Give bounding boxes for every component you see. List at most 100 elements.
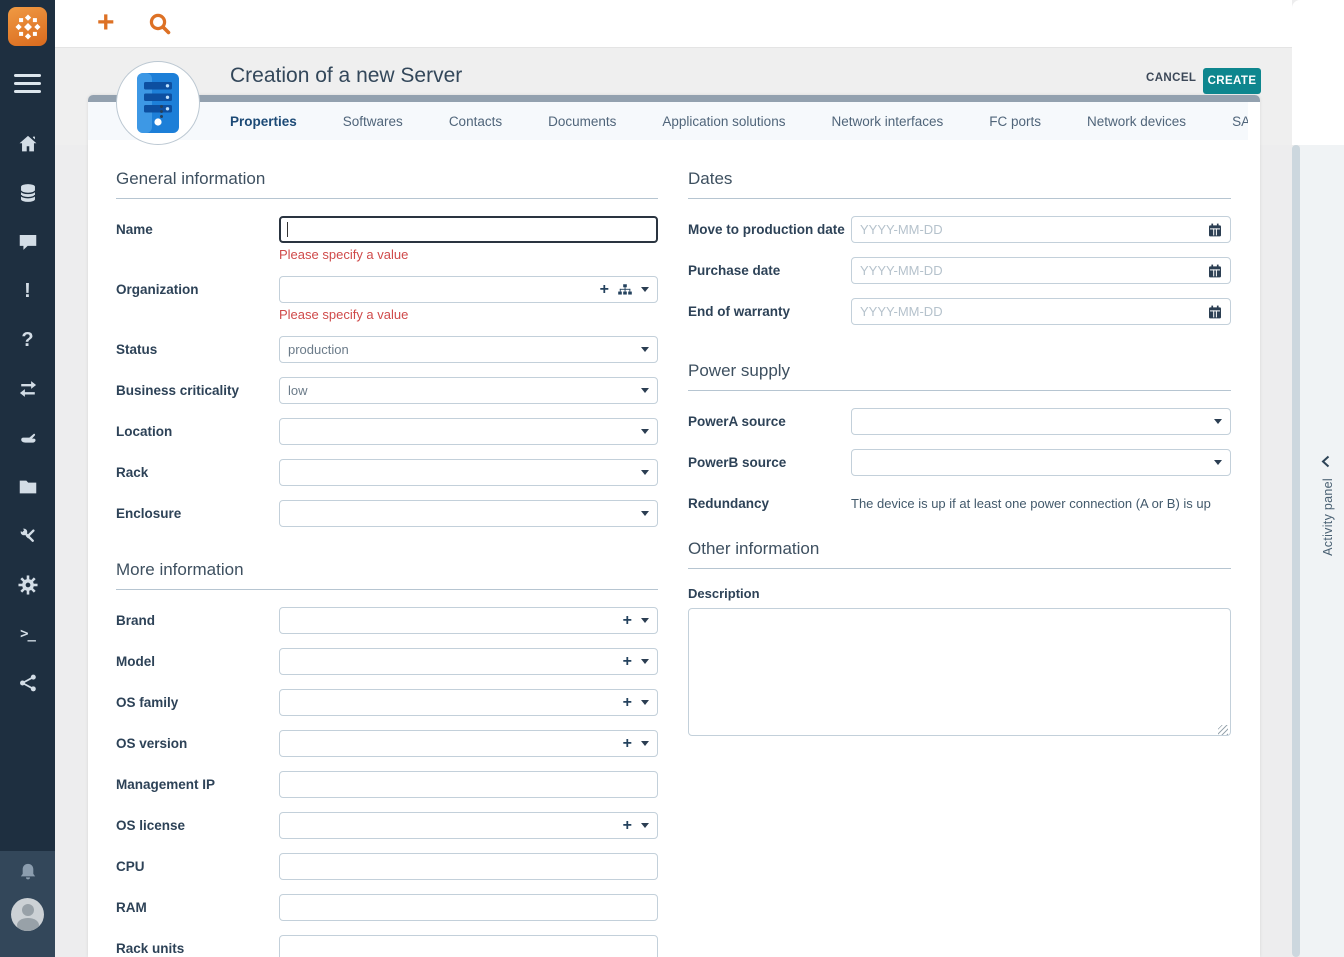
create-button[interactable]: CREATE — [1203, 68, 1261, 94]
tools-icon[interactable] — [17, 525, 39, 547]
cpu-input[interactable] — [279, 853, 658, 880]
tab-properties[interactable]: Properties — [230, 114, 297, 129]
hierarchy-icon[interactable] — [618, 284, 632, 295]
section-title-dates: Dates — [688, 169, 1231, 199]
os-license-combo[interactable]: + — [279, 812, 658, 839]
field-label: RAM — [116, 894, 279, 921]
new-object-icon[interactable]: + — [97, 6, 115, 40]
chat-icon[interactable] — [17, 231, 39, 253]
description-textarea[interactable] — [688, 608, 1231, 736]
description-label: Description — [688, 586, 1231, 601]
field-label: Rack — [116, 459, 279, 486]
management-ip-input[interactable] — [279, 771, 658, 798]
field-label: Location — [116, 418, 279, 445]
powerb-source-select[interactable] — [851, 449, 1231, 476]
section-title-other: Other information — [688, 539, 1231, 569]
add-icon[interactable]: + — [623, 655, 632, 669]
field-row-brand: Brand + — [116, 607, 658, 634]
user-avatar[interactable] — [11, 898, 44, 931]
terminal-icon[interactable]: >_ — [17, 623, 39, 645]
search-icon[interactable] — [147, 11, 173, 42]
activity-panel-label[interactable]: Activity panel — [1321, 478, 1335, 556]
model-combo[interactable]: + — [279, 648, 658, 675]
alert-icon[interactable]: ! — [17, 280, 39, 302]
bell-icon[interactable] — [17, 861, 39, 888]
tab-contacts[interactable]: Contacts — [449, 114, 502, 129]
field-label: OS version — [116, 730, 279, 757]
field-row-cpu: CPU — [116, 853, 658, 880]
chevron-down-icon — [641, 388, 649, 393]
tab-fc-ports[interactable]: FC ports — [989, 114, 1041, 129]
sidebar-menu: ! ? >_ — [0, 133, 55, 694]
field-label: Model — [116, 648, 279, 675]
field-label: OS family — [116, 689, 279, 716]
enclosure-select[interactable] — [279, 500, 658, 527]
right-rail: Activity panel — [1292, 0, 1344, 957]
chevron-down-icon[interactable] — [641, 287, 649, 292]
tab-network-interfaces[interactable]: Network interfaces — [831, 114, 943, 129]
add-icon[interactable]: + — [623, 614, 632, 628]
business-criticality-select[interactable]: low — [279, 377, 658, 404]
field-label: PowerB source — [688, 449, 851, 476]
field-row-os-version: OS version + — [116, 730, 658, 757]
tab-softwares[interactable]: Softwares — [343, 114, 403, 129]
share-icon[interactable] — [17, 672, 39, 694]
rack-units-input[interactable] — [279, 935, 658, 957]
chevron-down-icon[interactable] — [641, 618, 649, 623]
field-row-os-license: OS license + — [116, 812, 658, 839]
itop-logo-icon[interactable] — [8, 7, 47, 46]
hand-icon[interactable] — [17, 427, 39, 449]
database-icon[interactable] — [17, 182, 39, 204]
os-version-combo[interactable]: + — [279, 730, 658, 757]
section-title-power: Power supply — [688, 361, 1231, 391]
tab-application-solutions[interactable]: Application solutions — [662, 114, 785, 129]
validation-error: Please specify a value — [279, 247, 658, 262]
gear-icon[interactable] — [17, 574, 39, 596]
chevron-down-icon[interactable] — [641, 823, 649, 828]
chevron-down-icon[interactable] — [641, 700, 649, 705]
organization-combo[interactable]: + — [279, 276, 658, 303]
powera-source-select[interactable] — [851, 408, 1231, 435]
properties-form: General information Name Please specify … — [88, 140, 1260, 957]
calendar-icon[interactable] — [1208, 264, 1222, 278]
sidebar: ! ? >_ — [0, 0, 55, 957]
brand-combo[interactable]: + — [279, 607, 658, 634]
tab-overflow-kebab-icon[interactable] — [156, 105, 166, 118]
chevron-down-icon[interactable] — [641, 741, 649, 746]
add-icon[interactable]: + — [623, 696, 632, 710]
folder-icon[interactable] — [17, 476, 39, 498]
add-icon[interactable]: + — [600, 283, 609, 297]
menu-toggle-icon[interactable] — [14, 74, 41, 98]
transfer-icon[interactable] — [17, 378, 39, 400]
location-select[interactable] — [279, 418, 658, 445]
end-of-warranty-input[interactable]: YYYY-MM-DD — [851, 298, 1231, 325]
purchase-date-input[interactable]: YYYY-MM-DD — [851, 257, 1231, 284]
field-label: PowerA source — [688, 408, 851, 435]
add-icon[interactable]: + — [623, 737, 632, 751]
sidebar-footer — [0, 851, 55, 957]
rack-select[interactable] — [279, 459, 658, 486]
field-row-powera-source: PowerA source — [688, 408, 1231, 435]
field-row-location: Location — [116, 418, 658, 445]
os-family-combo[interactable]: + — [279, 689, 658, 716]
tab-sans[interactable]: SANs — [1232, 114, 1248, 129]
help-icon[interactable]: ? — [17, 329, 39, 351]
vertical-scrollbar[interactable] — [1292, 145, 1300, 957]
chevron-down-icon[interactable] — [641, 659, 649, 664]
tab-documents[interactable]: Documents — [548, 114, 616, 129]
status-select[interactable]: production — [279, 336, 658, 363]
calendar-icon[interactable] — [1208, 223, 1222, 237]
ram-input[interactable] — [279, 894, 658, 921]
home-icon[interactable] — [17, 133, 39, 155]
add-icon[interactable]: + — [623, 819, 632, 833]
chevron-left-icon[interactable] — [1321, 455, 1330, 473]
calendar-icon[interactable] — [1208, 305, 1222, 319]
field-label: Management IP — [116, 771, 279, 798]
tab-network-devices[interactable]: Network devices — [1087, 114, 1186, 129]
field-row-model: Model + — [116, 648, 658, 675]
move-to-production-date-input[interactable]: YYYY-MM-DD — [851, 216, 1231, 243]
name-input[interactable] — [279, 216, 658, 243]
cancel-button[interactable]: CANCEL — [1146, 72, 1196, 84]
field-row-enclosure: Enclosure — [116, 500, 658, 527]
text-cursor — [287, 222, 288, 237]
